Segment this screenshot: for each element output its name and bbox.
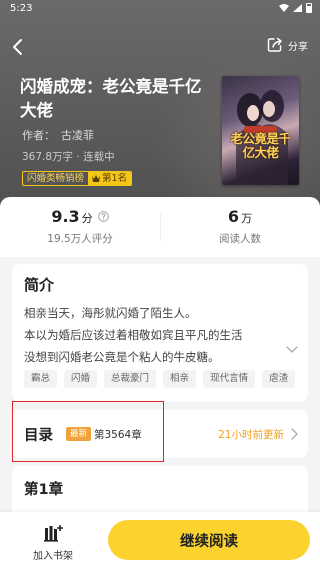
rank-position: 第1名 [88, 172, 132, 185]
tag[interactable]: 现代言情 [203, 370, 256, 388]
rating-stat[interactable]: 9.3 分 19.5万人评分 [0, 207, 160, 246]
intro-line: 本以为婚后应该过着相敬如宾且平凡的生活 [24, 328, 243, 342]
book-title: 闪婚成宠：老公竟是千亿大佬 [20, 77, 202, 120]
readers-unit: 万 [241, 212, 253, 225]
bookshelf-add-icon [44, 525, 63, 542]
add-to-shelf-label: 加入书架 [33, 551, 73, 562]
rating-label: 19.5万人评分 [47, 233, 113, 245]
rank-badge[interactable]: 闪婚类畅销榜 第1名 [22, 171, 133, 186]
highlight-box [12, 401, 164, 462]
tag[interactable]: 相亲 [163, 370, 197, 388]
tag[interactable]: 总裁豪门 [104, 370, 157, 388]
intro-heading: 简介 [24, 276, 55, 294]
continue-reading-button[interactable]: 继续阅读 [108, 520, 310, 560]
intro-card[interactable]: 简介 相亲当天，海彤就闪婚了陌生人。 本以为婚后应该过着相敬如宾且平凡的生活 没… [12, 264, 308, 402]
rating-value: 9.3 [51, 207, 80, 226]
wifi-icon [279, 4, 289, 12]
intro-line: 相亲当天，海彤就闪婚了陌生人。 [24, 306, 197, 320]
chevron-right-icon [291, 428, 298, 440]
tag-list: 霸总 闪婚 总裁豪门 相亲 现代言情 虐渣 [24, 370, 296, 388]
tag[interactable]: 虐渣 [262, 370, 296, 388]
book-cover[interactable]: 老公竟是千亿大佬 [222, 76, 299, 185]
share-icon [267, 37, 282, 52]
share-label: 分享 [288, 41, 308, 53]
add-to-shelf-button[interactable]: 加入书架 [26, 522, 80, 562]
help-icon[interactable] [97, 211, 109, 222]
share-button[interactable]: 分享 [267, 37, 308, 53]
intro-line: 没想到闪婚老公竟是个粘人的牛皮糖。 [24, 350, 220, 364]
chapter-title: 第1章 [24, 482, 64, 498]
update-time: 21小时前更新 [218, 429, 284, 441]
signal-icon [293, 4, 302, 12]
status-bar: 5:23 [0, 0, 320, 18]
readers-value: 6 [227, 207, 240, 226]
bottom-action-bar: 加入书架 继续阅读 [0, 512, 320, 568]
tag[interactable]: 闪婚 [64, 370, 98, 388]
stats-card: 9.3 分 19.5万人评分 6 万 阅读人数 [0, 197, 320, 257]
battery-icon [306, 3, 312, 13]
cover-title: 老公竟是千亿大佬 [230, 131, 291, 160]
readers-label: 阅读人数 [219, 233, 261, 245]
author-name[interactable]: 古凌菲 [61, 127, 94, 143]
status-time: 5:23 [10, 3, 33, 14]
intro-text: 相亲当天，海彤就闪婚了陌生人。 本以为婚后应该过着相敬如宾且平凡的生活 没想到闪… [24, 302, 284, 368]
author-row: 作者： 古凌菲 [22, 127, 94, 143]
tag[interactable]: 霸总 [24, 370, 58, 388]
readers-stat: 6 万 阅读人数 [160, 207, 320, 246]
author-label: 作者： [22, 129, 55, 142]
back-arrow-icon[interactable] [10, 38, 26, 56]
rank-list-name: 闪婚类畅销榜 [27, 173, 85, 184]
status-icons [279, 3, 312, 13]
crown-icon [92, 175, 101, 182]
rank-position-label: 第1名 [102, 173, 128, 184]
book-meta: 367.8万字 · 连载中 [22, 151, 115, 163]
rating-unit: 分 [81, 212, 93, 225]
chevron-down-icon[interactable] [286, 346, 298, 354]
